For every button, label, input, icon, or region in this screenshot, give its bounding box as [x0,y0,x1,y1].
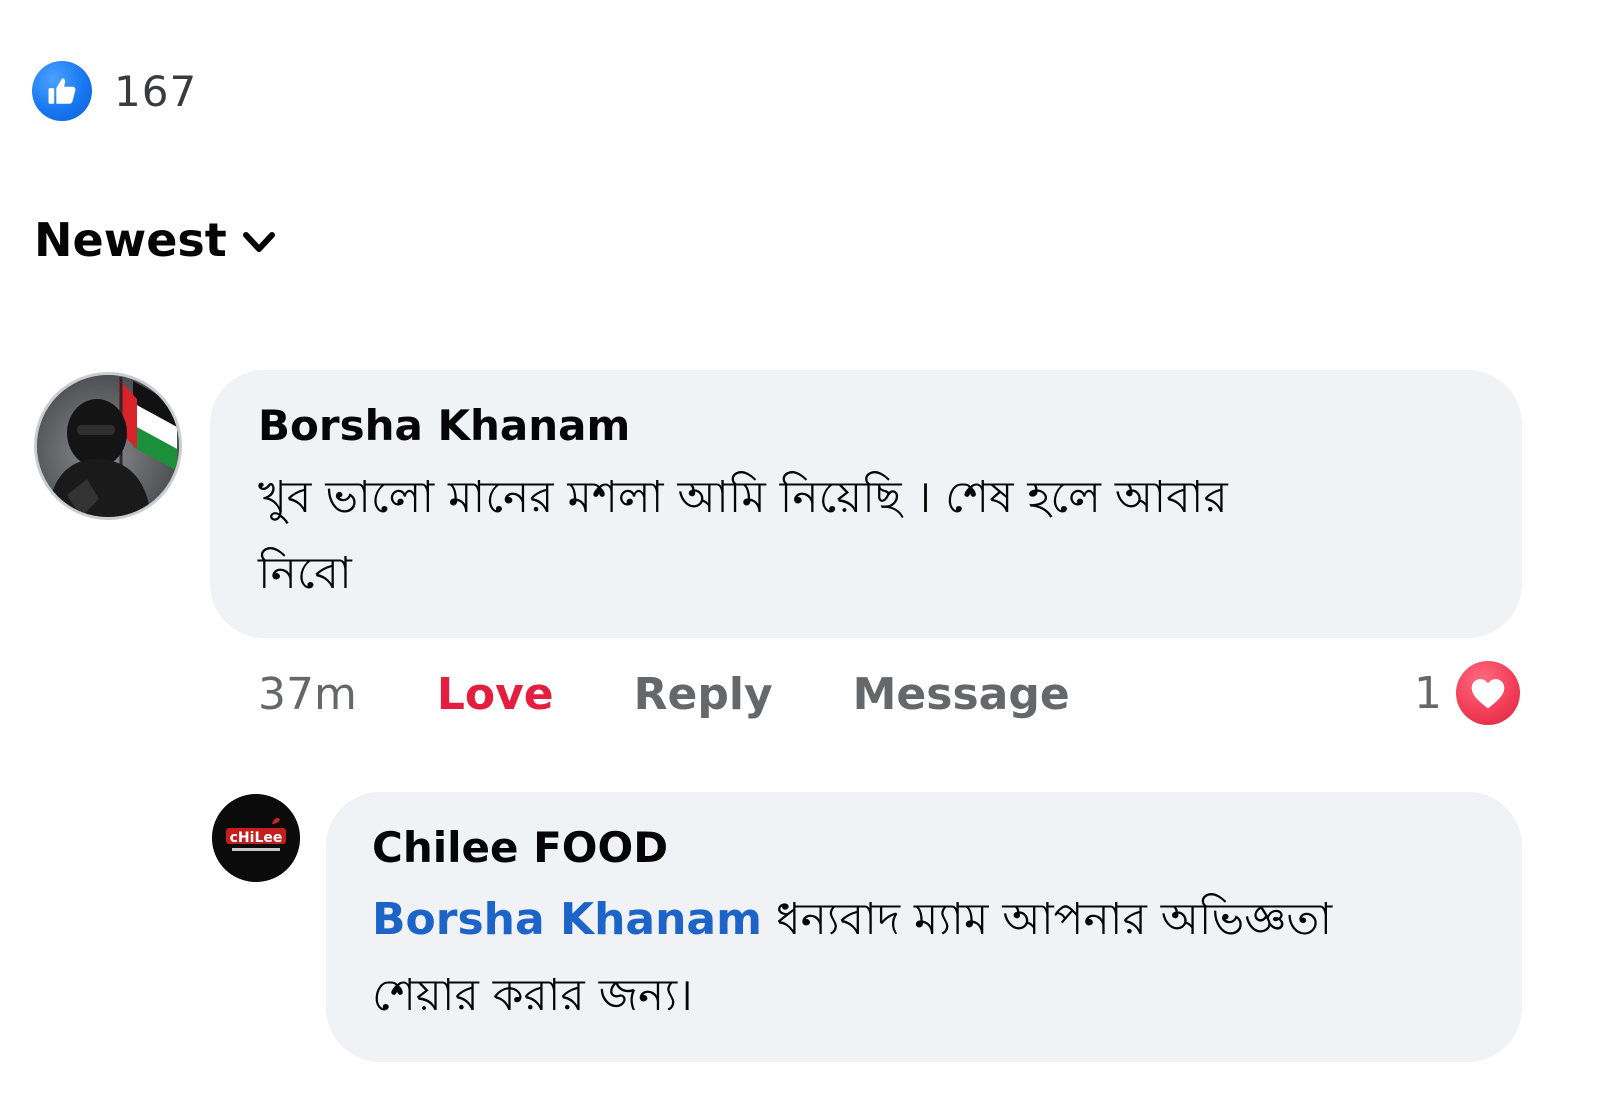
comment-text: খুব ভালো মানের মশলা আমি নিয়েছি । শেষ হল… [258,460,1474,612]
like-count: 167 [114,66,198,116]
comment-text-line: খুব ভালো মানের মশলা আমি নিয়েছি । শেষ হল… [258,472,1228,523]
reply-text-segment: ধন্যবাদ ম্যাম আপনার অভিজ্ঞতা [761,894,1333,945]
comment-author-name[interactable]: Borsha Khanam [258,398,1474,454]
reply-button[interactable]: Reply [634,669,773,720]
reply-bubble: Chilee FOOD Borsha Khanam ধন্যবাদ ম্যাম … [326,792,1522,1062]
love-button[interactable]: Love [437,669,554,720]
comments-section: 167 Newest Borsha Khanam খুব ভালো মানের … [0,0,1600,1097]
chevron-down-icon [242,232,275,252]
heart-icon [1456,661,1520,725]
reaction-count: 1 [1414,667,1442,719]
sort-label: Newest [34,213,227,267]
sort-dropdown[interactable]: Newest [34,212,277,268]
reply-text-line: শেয়ার করার জন্য। [372,970,693,1021]
comment-timestamp[interactable]: 37m [258,669,357,720]
comment-actions: 37m Love Reply Message [258,664,1070,724]
comment-text-line: নিবো [258,548,352,599]
message-button[interactable]: Message [853,669,1070,720]
comment-bubble: Borsha Khanam খুব ভালো মানের মশলা আমি নি… [210,370,1522,638]
like-thumbs-up-icon [32,61,92,121]
avatar[interactable]: cHiLee [212,794,300,882]
reply-author-name[interactable]: Chilee FOOD [372,820,1476,876]
reply-text-line: Borsha Khanam ধন্যবাদ ম্যাম আপনার অভিজ্ঞ… [372,882,1476,958]
avatar[interactable] [34,372,182,520]
reaction-summary[interactable]: 167 [32,60,197,122]
comment-reaction-summary[interactable]: 1 [1414,660,1520,726]
reply-text: Borsha Khanam ধন্যবাদ ম্যাম আপনার অভিজ্ঞ… [372,882,1476,1034]
mention-link[interactable]: Borsha Khanam [372,894,762,945]
chilee-logo: cHiLee [230,830,283,846]
